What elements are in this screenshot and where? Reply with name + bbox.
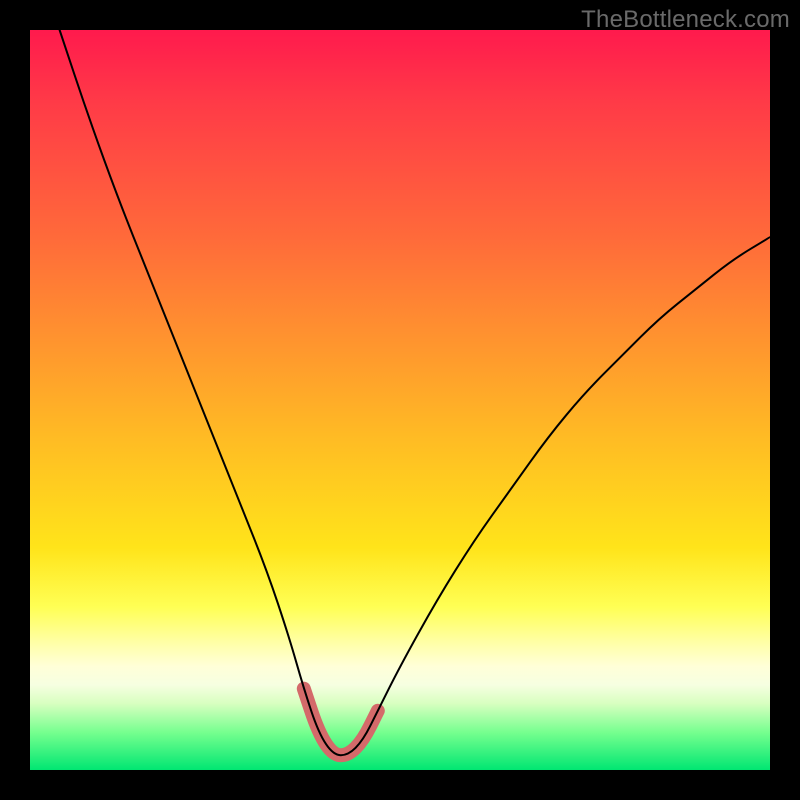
chart-frame: TheBottleneck.com [0, 0, 800, 800]
plot-area [30, 30, 770, 770]
bottleneck-curve [60, 30, 770, 755]
watermark-text: TheBottleneck.com [581, 6, 790, 34]
curve-layer [30, 30, 770, 770]
